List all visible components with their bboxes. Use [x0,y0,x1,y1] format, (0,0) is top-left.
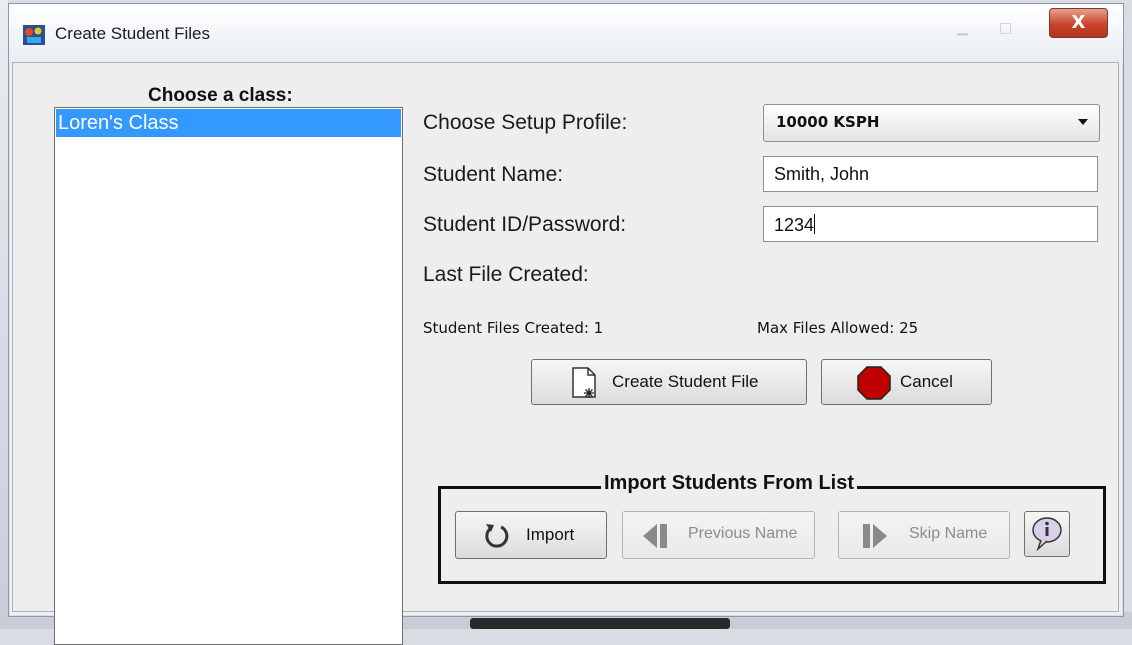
files-created-count: Student Files Created: 1 [423,319,604,337]
text-cursor [814,214,816,234]
info-help-button[interactable] [1024,511,1070,557]
maximize-icon[interactable]: □ [999,20,1023,36]
setup-profile-dropdown[interactable]: 10000 KSPH [763,104,1100,142]
app-icon [23,25,45,45]
skip-name-label: Skip Name [909,525,988,542]
import-arrow-icon [485,524,509,548]
previous-icon [643,524,667,548]
previous-name-button[interactable]: Previous Name [622,511,815,559]
import-students-title: Import Students From List [601,472,857,495]
dialog-content: Choose a class: Loren's Class Choose Set… [12,62,1119,645]
skip-name-button[interactable]: Skip Name [838,511,1010,559]
class-list[interactable]: Loren's Class [54,107,403,645]
class-list-item-selected[interactable]: Loren's Class [56,109,401,137]
student-name-field[interactable]: Smith, John [763,156,1098,192]
create-student-files-window: Create Student Files ▁ □ X Choose a clas… [8,3,1124,645]
previous-name-label: Previous Name [688,525,798,542]
student-id-value: 1234 [774,215,815,235]
taskbar-fragment [470,618,730,629]
skip-icon [863,524,887,548]
setup-profile-label: Choose Setup Profile: [423,111,628,134]
chevron-down-icon [1078,119,1088,125]
stop-sign-icon [857,366,891,400]
student-name-label: Student Name: [423,163,564,186]
last-file-label: Last File Created: [423,263,589,286]
create-student-file-button[interactable]: Create Student File [531,359,807,405]
window-title: Create Student Files [55,24,210,43]
student-id-field[interactable]: 1234 [763,206,1098,242]
desktop-background [0,0,8,629]
new-file-icon [572,367,596,398]
max-files-allowed: Max Files Allowed: 25 [757,319,919,337]
title-bar[interactable]: Create Student Files ▁ □ X [9,4,1123,62]
close-button[interactable]: X [1049,8,1108,38]
cancel-label: Cancel [900,372,953,391]
info-speech-bubble-icon [1032,517,1062,552]
close-icon: X [1071,12,1086,33]
import-button[interactable]: Import [455,511,607,559]
create-student-file-label: Create Student File [612,372,759,391]
import-students-group: Import Students From List Import Previou… [438,472,1106,584]
setup-profile-value: 10000 KSPH [776,113,880,131]
cancel-button[interactable]: Cancel [821,359,992,405]
import-label: Import [526,525,575,544]
student-id-label: Student ID/Password: [423,213,627,236]
class-list-title: Choose a class: [148,85,293,106]
minimize-icon[interactable]: ▁ [957,20,981,36]
